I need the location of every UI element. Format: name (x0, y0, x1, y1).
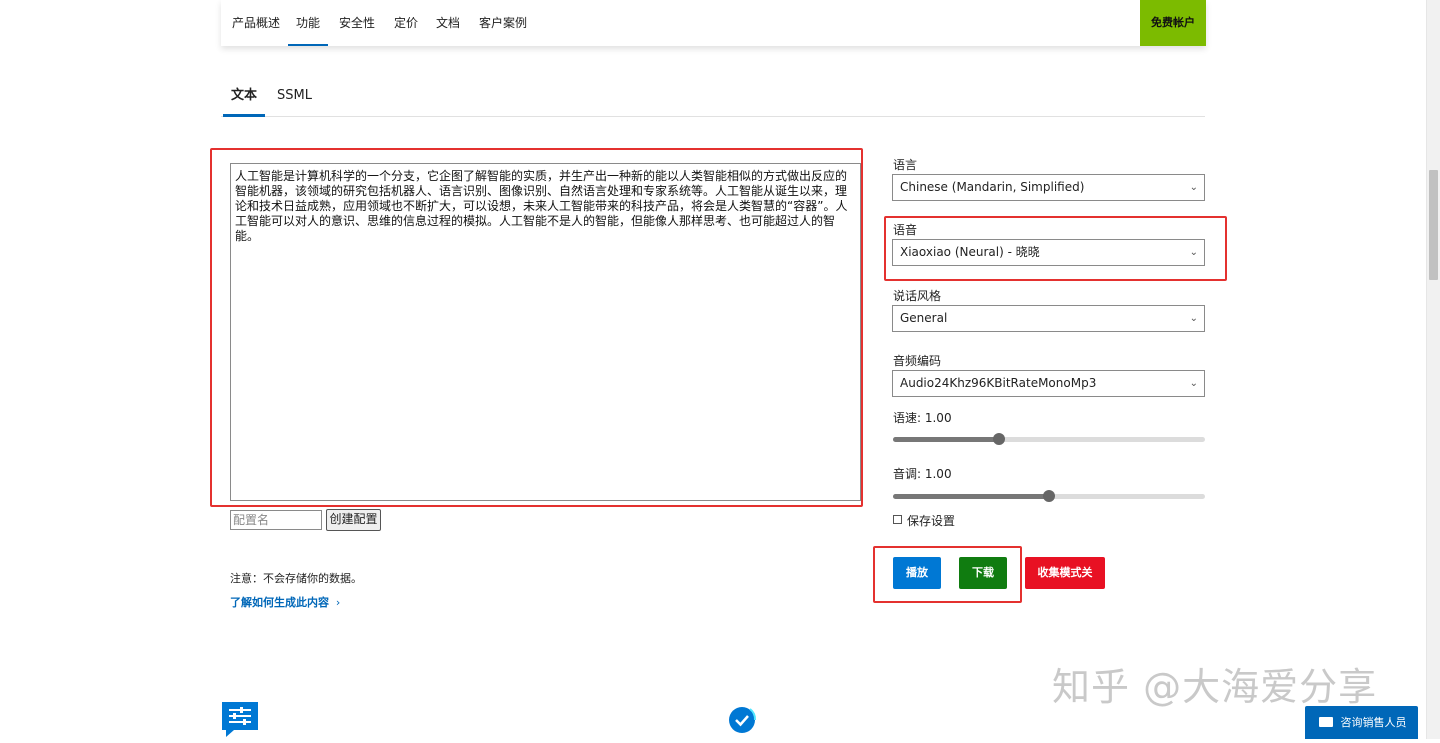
pitch-label: 音调: 1.00 (893, 467, 952, 481)
voice-value: Xiaoxiao (Neural) - 晓晓 (900, 245, 1040, 259)
chat-icon (1319, 717, 1333, 727)
nav-item-features[interactable]: 功能 (287, 0, 329, 46)
nav-item-security[interactable]: 安全性 (339, 0, 375, 46)
nav-item-overview[interactable]: 产品概述 (232, 0, 280, 46)
free-account-button[interactable]: 免费帐户 (1140, 0, 1206, 46)
play-button[interactable]: 播放 (893, 557, 941, 589)
language-value: Chinese (Mandarin, Simplified) (900, 180, 1085, 194)
input-mode-tabs: 文本 SSML (221, 80, 1205, 117)
top-nav: 产品概述 功能 安全性 定价 文档 客户案例 免费帐户 (221, 0, 1206, 46)
contact-sales-button[interactable]: 咨询销售人员 (1305, 706, 1418, 739)
checkmark-badge-icon (728, 706, 758, 739)
create-config-button[interactable]: 创建配置 (326, 509, 381, 531)
save-settings-checkbox[interactable] (893, 515, 902, 524)
chevron-right-icon: › (335, 596, 341, 609)
nav-item-docs[interactable]: 文档 (436, 0, 460, 46)
text-input-area[interactable]: 人工智能是计算机科学的一个分支，它企图了解智能的实质，并生产出一种新的能以人类智… (230, 163, 861, 501)
codec-select[interactable]: Audio24Khz96KBitRateMonoMp3 ⌄ (892, 370, 1205, 397)
nav-item-pricing[interactable]: 定价 (394, 0, 418, 46)
speed-slider[interactable] (893, 433, 1205, 445)
speed-slider-thumb[interactable] (993, 433, 1006, 445)
settings-sliders-icon (222, 702, 258, 739)
language-label: 语言 (893, 158, 918, 172)
style-select[interactable]: General ⌄ (892, 305, 1205, 332)
watermark-text: 知乎 @大海爱分享 (1052, 665, 1378, 709)
contact-sales-label: 咨询销售人员 (1340, 716, 1407, 729)
tab-ssml[interactable]: SSML (277, 80, 312, 116)
language-select[interactable]: Chinese (Mandarin, Simplified) ⌄ (892, 174, 1205, 201)
learn-more-link[interactable]: 了解如何生成此内容 › (230, 594, 340, 610)
speed-label: 语速: 1.00 (893, 411, 952, 425)
chevron-down-icon: ⌄ (1189, 378, 1198, 389)
style-value: General (900, 311, 948, 325)
download-button[interactable]: 下载 (959, 557, 1007, 589)
tab-text[interactable]: 文本 (222, 80, 266, 117)
learn-more-label: 了解如何生成此内容 (230, 596, 329, 609)
save-settings-label: 保存设置 (907, 514, 956, 528)
chevron-down-icon: ⌄ (1189, 182, 1198, 193)
config-name-input[interactable]: 配置名 (230, 510, 322, 530)
privacy-note: 注意：不会存储你的数据。 (230, 572, 362, 585)
style-label: 说话风格 (893, 289, 942, 303)
voice-label: 语音 (893, 223, 918, 237)
codec-label: 音频编码 (893, 354, 942, 368)
page-scrollbar[interactable] (1426, 0, 1440, 739)
codec-value: Audio24Khz96KBitRateMonoMp3 (900, 376, 1097, 390)
speed-slider-fill (893, 437, 1000, 442)
voice-select[interactable]: Xiaoxiao (Neural) - 晓晓 ⌄ (892, 239, 1205, 266)
scrollbar-thumb[interactable] (1429, 170, 1438, 280)
nav-item-customers[interactable]: 客户案例 (479, 0, 527, 46)
collect-mode-button[interactable]: 收集模式关 (1025, 557, 1105, 589)
pitch-slider-fill (893, 494, 1049, 499)
chevron-down-icon: ⌄ (1189, 313, 1198, 324)
chevron-down-icon: ⌄ (1189, 247, 1198, 258)
pitch-slider-thumb[interactable] (1043, 490, 1055, 502)
pitch-slider[interactable] (893, 490, 1205, 502)
